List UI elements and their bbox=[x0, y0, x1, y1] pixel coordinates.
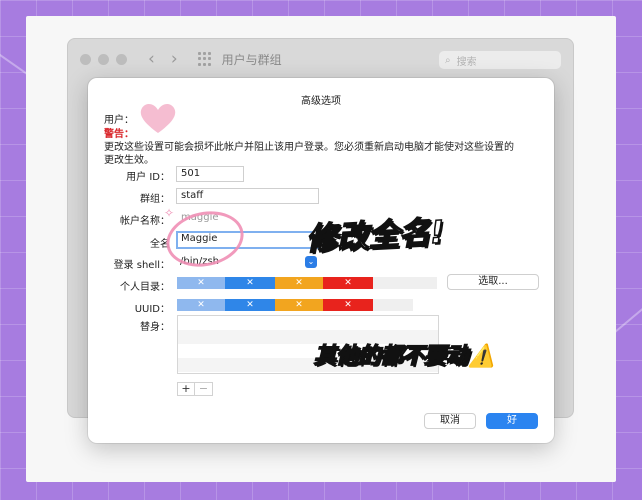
back-chevron-icon[interactable]: ‹ bbox=[148, 49, 155, 69]
show-all-grid-icon[interactable] bbox=[197, 52, 212, 66]
uuid-label: UUID： bbox=[134, 304, 170, 315]
redact-mark: ✕ bbox=[177, 277, 225, 289]
account-name-label: 帐户名称： bbox=[120, 216, 170, 227]
search-field[interactable]: ⌕ 搜索 bbox=[439, 51, 561, 69]
user-label: 用户： bbox=[104, 115, 134, 126]
full-name-label: 全名 bbox=[150, 239, 170, 250]
uuid-redacted[interactable]: ✕ ✕ ✕ ✕ bbox=[177, 299, 413, 311]
redact-mark: ✕ bbox=[225, 277, 275, 289]
warning-icon: ⚠️ bbox=[468, 344, 496, 369]
annotation-edit-fullname: 修改全名! bbox=[305, 214, 446, 259]
annotation-dont-touch-text: 其他的都不要动 bbox=[313, 343, 469, 370]
redact-mark: ✕ bbox=[177, 299, 225, 311]
group-label: 群组： bbox=[140, 194, 170, 205]
user-row: 用户： bbox=[104, 111, 134, 126]
home-dir-redacted[interactable]: ✕ ✕ ✕ ✕ bbox=[177, 277, 437, 289]
list-item bbox=[178, 316, 438, 330]
window-title: 用户与群组 bbox=[221, 52, 282, 67]
search-placeholder: 搜索 bbox=[456, 56, 477, 68]
redact-mark bbox=[373, 299, 413, 311]
redact-mark: ✕ bbox=[275, 299, 323, 311]
close-window-button[interactable] bbox=[80, 53, 91, 65]
home-dir-label: 个人目录： bbox=[120, 282, 170, 293]
redact-mark: ✕ bbox=[323, 299, 373, 311]
group-field[interactable]: staff bbox=[176, 188, 319, 204]
redact-mark bbox=[373, 277, 437, 289]
aliases-label: 替身： bbox=[140, 322, 170, 333]
alias-add-remove: + − bbox=[177, 382, 213, 396]
cancel-button[interactable]: 取消 bbox=[424, 413, 476, 429]
forward-chevron-icon[interactable]: › bbox=[171, 49, 178, 69]
zoom-window-button[interactable] bbox=[116, 53, 127, 65]
login-shell-label: 登录 shell： bbox=[113, 260, 170, 271]
search-icon: ⌕ bbox=[445, 54, 451, 66]
choose-home-button[interactable]: 选取... bbox=[447, 274, 539, 290]
redact-mark: ✕ bbox=[323, 277, 373, 289]
warning-text: 更改这些设置可能会损坏此帐户并阻止该用户登录。您必须重新启动电脑才能使对这些设置… bbox=[104, 142, 514, 166]
redact-mark: ✕ bbox=[275, 277, 323, 289]
warning-label: 警告： bbox=[104, 129, 134, 140]
annotation-dont-touch: 其他的都不要动⚠️ bbox=[313, 338, 496, 370]
user-id-label: 用户 ID： bbox=[126, 172, 170, 183]
ok-button[interactable]: 好 bbox=[486, 413, 538, 429]
redact-mark: ✕ bbox=[225, 299, 275, 311]
minimize-window-button[interactable] bbox=[98, 53, 109, 65]
sparkle-icon: ✧ bbox=[164, 206, 175, 220]
user-id-field[interactable]: 501 bbox=[176, 166, 244, 182]
remove-alias-button[interactable]: − bbox=[195, 382, 213, 396]
heart-sticker-icon bbox=[140, 104, 176, 133]
add-alias-button[interactable]: + bbox=[177, 382, 195, 396]
